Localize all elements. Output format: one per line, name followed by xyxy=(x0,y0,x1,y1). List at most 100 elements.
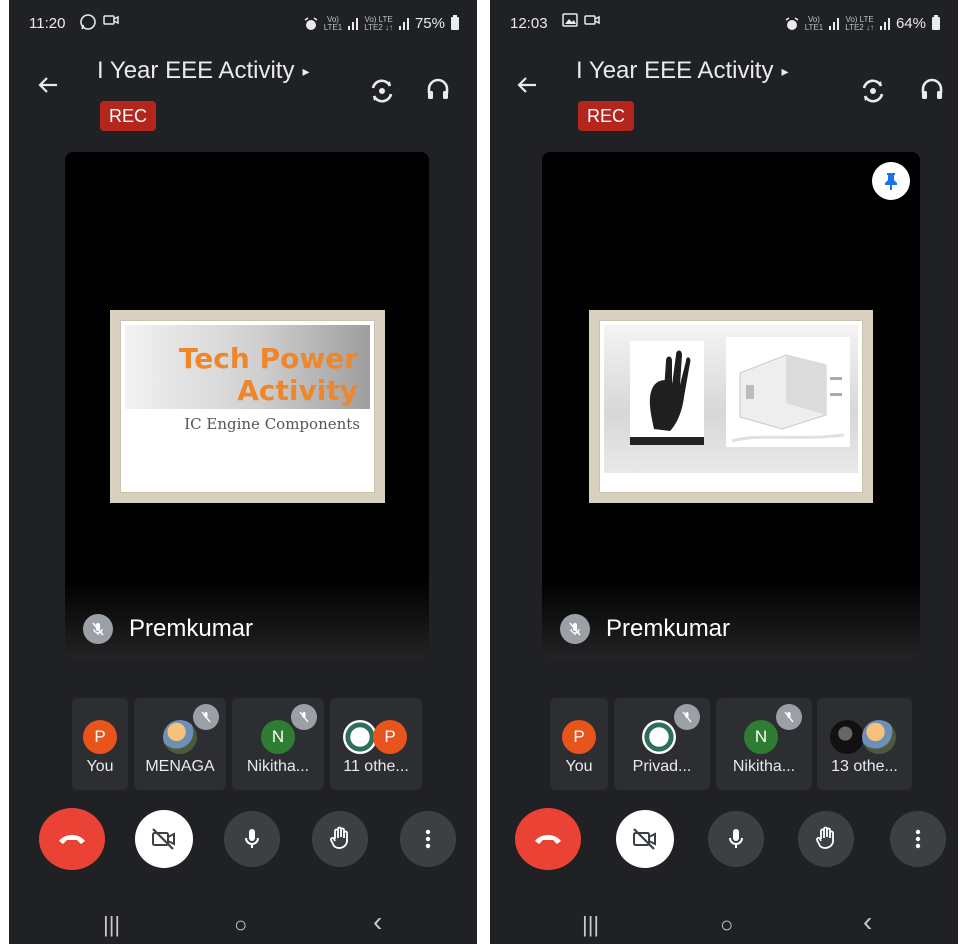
charger-image xyxy=(726,337,850,447)
headphones-icon[interactable] xyxy=(918,75,950,107)
slide-image-band xyxy=(604,325,858,473)
pin-icon xyxy=(885,173,897,190)
participant-tile-others[interactable]: P 11 othe... xyxy=(330,698,422,790)
phone-screen-left: 11:20 Vo) LTE1 Vo) LTE LTE2 ↓↑ 75% I Year … xyxy=(9,0,477,944)
battery-percent: 75% xyxy=(414,15,445,32)
status-bar: 11:20 Vo) LTE1 Vo) LTE LTE2 ↓↑ 75% xyxy=(9,0,477,50)
signal-sim2-icon: Vo) LTE LTE2 ↓↑ xyxy=(364,14,393,32)
participant-name: You xyxy=(565,758,593,775)
participant-tile[interactable]: MENAGA xyxy=(134,698,226,790)
mic-off-icon xyxy=(560,614,590,644)
recents-icon[interactable]: ||| xyxy=(103,912,120,938)
home-icon[interactable]: ○ xyxy=(234,912,247,938)
switch-camera-icon[interactable] xyxy=(366,75,398,107)
battery-percent: 64% xyxy=(895,15,926,32)
slide-title-line1: Tech Power xyxy=(178,342,358,375)
participant-name: Nikitha... xyxy=(732,758,796,775)
participant-tile[interactable]: Privad... xyxy=(614,698,710,790)
shared-slide xyxy=(589,310,873,503)
signal-bars-icon xyxy=(879,17,890,30)
participant-name: Nikitha... xyxy=(246,758,310,775)
meeting-title-text: I Year EEE Activity xyxy=(97,57,295,84)
signal-sim2-icon: Vo) LTE LTE2 ↓↑ xyxy=(845,14,874,32)
mic-off-icon xyxy=(291,704,317,730)
mic-off-icon xyxy=(674,704,700,730)
signal-sim1-icon: Vo) LTE1 xyxy=(323,14,343,32)
participant-tile-others[interactable]: 13 othe... xyxy=(817,698,912,790)
back-icon[interactable]: ‹ xyxy=(373,906,382,938)
microphone-button[interactable] xyxy=(708,811,764,867)
avatar: N xyxy=(744,720,778,754)
signal-bars-icon xyxy=(348,17,359,30)
avatar: P xyxy=(562,720,596,754)
raise-hand-button[interactable] xyxy=(312,811,368,867)
more-options-button[interactable] xyxy=(890,811,946,867)
gallery-icon xyxy=(562,13,578,31)
avatar xyxy=(642,720,676,754)
switch-camera-icon[interactable] xyxy=(857,75,889,107)
meeting-title[interactable]: I Year EEE Activity ▸ xyxy=(97,57,309,85)
back-arrow-icon[interactable] xyxy=(37,74,59,100)
avatar xyxy=(830,720,864,754)
participant-tile-you[interactable]: P You xyxy=(72,698,128,790)
presenter-name: Premkumar xyxy=(129,615,254,642)
participant-tile[interactable]: N Nikitha... xyxy=(232,698,324,790)
avatar xyxy=(163,720,197,754)
more-options-button[interactable] xyxy=(400,811,456,867)
video-icon xyxy=(103,13,119,31)
presenter-video-tile[interactable]: Premkumar xyxy=(542,152,920,660)
slide-title-line2: Activity xyxy=(237,374,358,407)
rec-badge: REC xyxy=(100,101,156,131)
pin-button[interactable] xyxy=(872,162,910,200)
presenter-label: Premkumar xyxy=(83,614,253,644)
recents-icon[interactable]: ||| xyxy=(582,912,599,938)
status-indicators: Vo) LTE1 Vo) LTE LTE2 ↓↑ 75% xyxy=(304,15,459,32)
alarm-icon xyxy=(304,16,318,30)
slide-title: Tech Power Activity xyxy=(179,343,358,407)
participant-tile[interactable]: N Nikitha... xyxy=(716,698,812,790)
back-icon[interactable]: ‹ xyxy=(863,906,872,938)
presenter-video-tile[interactable]: Tech Power Activity IC Engine Components… xyxy=(65,152,429,660)
participant-name: MENAGA xyxy=(145,758,215,775)
avatar xyxy=(862,720,896,754)
alarm-icon xyxy=(785,16,799,30)
participant-tile-you[interactable]: P You xyxy=(550,698,608,790)
rec-badge: REC xyxy=(578,101,634,131)
camera-off-button[interactable] xyxy=(135,810,193,868)
video-icon xyxy=(584,13,600,31)
system-navigation-bar: ||| ○ ‹ xyxy=(9,904,477,944)
meeting-title[interactable]: I Year EEE Activity ▸ xyxy=(576,57,788,85)
signal-bars-icon xyxy=(398,17,409,30)
end-call-button[interactable] xyxy=(515,808,581,870)
avatar xyxy=(343,720,377,754)
home-icon[interactable]: ○ xyxy=(720,912,733,938)
slide-subtitle: IC Engine Components xyxy=(184,415,360,433)
mic-off-icon xyxy=(193,704,219,730)
meeting-title-text: I Year EEE Activity xyxy=(576,57,774,84)
end-call-button[interactable] xyxy=(39,808,105,870)
status-time: 12:03 xyxy=(510,15,548,32)
system-navigation-bar: ||| ○ ‹ xyxy=(490,904,958,944)
raise-hand-button[interactable] xyxy=(798,811,854,867)
camera-off-button[interactable] xyxy=(616,810,674,868)
presenter-name: Premkumar xyxy=(606,615,731,642)
microphone-button[interactable] xyxy=(224,811,280,867)
chevron-right-icon: ▸ xyxy=(781,63,789,80)
headphones-icon[interactable] xyxy=(424,75,456,107)
whatsapp-icon xyxy=(79,13,97,35)
shared-slide: Tech Power Activity IC Engine Components xyxy=(110,310,385,503)
participant-name: You xyxy=(86,758,114,775)
avatar: P xyxy=(373,720,407,754)
status-indicators: Vo) LTE1 Vo) LTE LTE2 ↓↑ 64% xyxy=(785,15,940,32)
mic-off-icon xyxy=(776,704,802,730)
back-arrow-icon[interactable] xyxy=(516,74,538,100)
battery-icon xyxy=(932,15,940,30)
participant-name: 13 othe... xyxy=(831,758,898,775)
signal-sim1-icon: Vo) LTE1 xyxy=(804,14,824,32)
battery-icon xyxy=(451,15,459,30)
presenter-label: Premkumar xyxy=(560,614,730,644)
participant-name: Privad... xyxy=(632,758,692,775)
mic-off-icon xyxy=(83,614,113,644)
participant-name: 11 othe... xyxy=(343,758,409,775)
ok-hand-image xyxy=(630,341,704,445)
